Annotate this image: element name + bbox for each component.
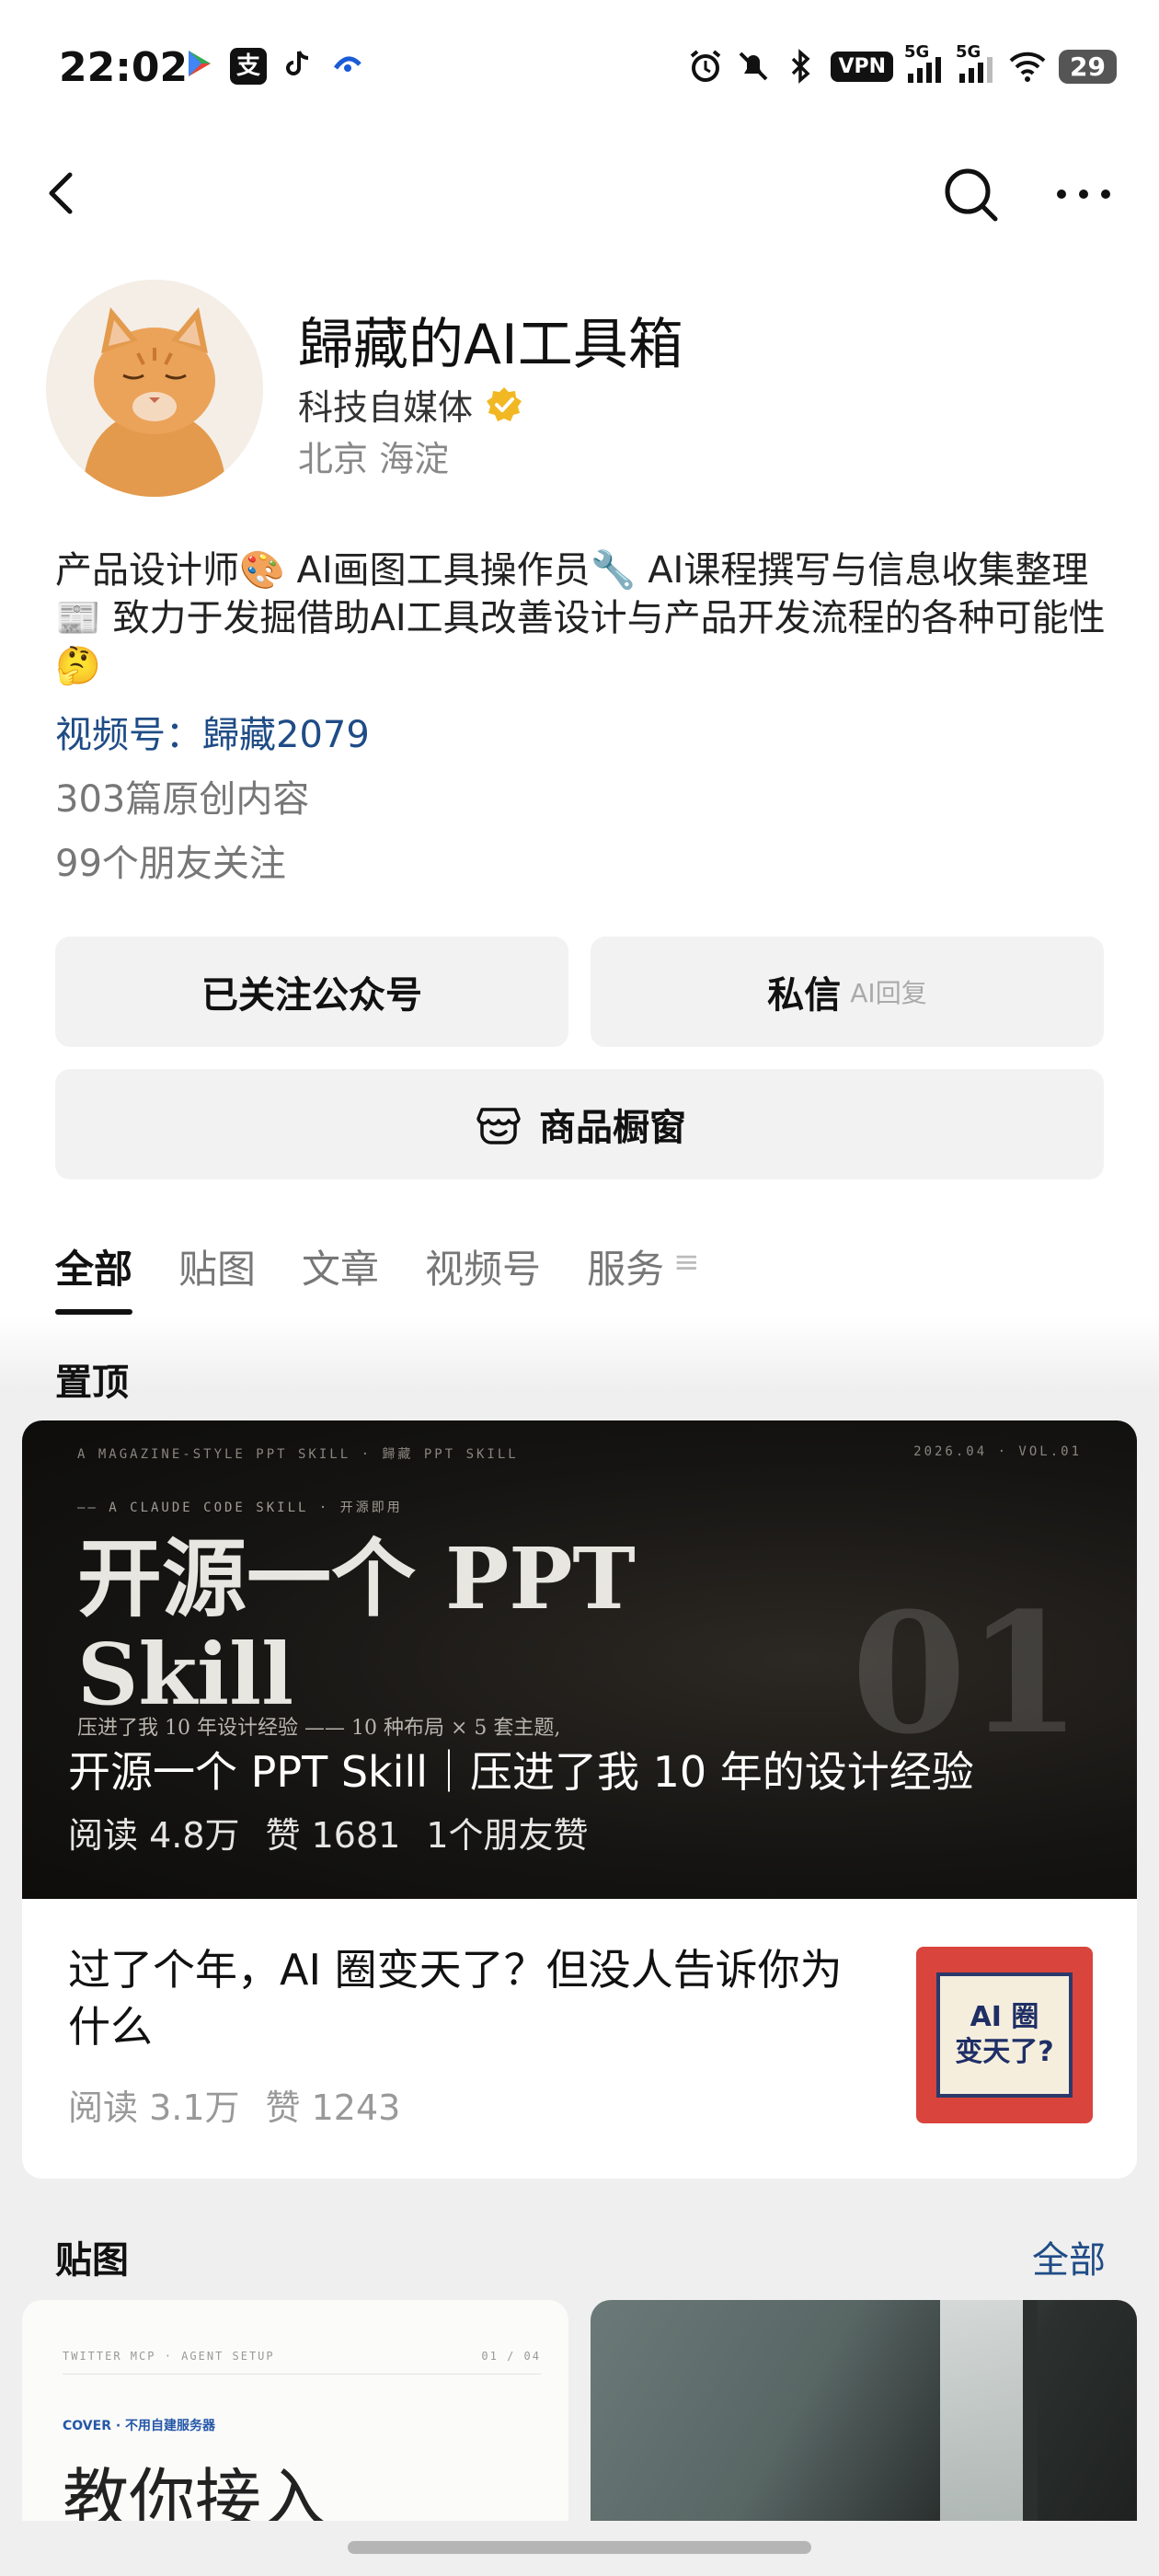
like-count: 赞 1243 <box>265 2087 401 2128</box>
tab-articles[interactable]: 文章 <box>302 1238 379 1315</box>
alarm-icon <box>687 46 724 86</box>
post-cover-tag: COVER · 不用自建服务器 <box>63 2419 216 2433</box>
tab-posts[interactable]: 贴图 <box>178 1238 256 1315</box>
verified-badge-icon <box>484 385 524 425</box>
tiktok-icon <box>280 48 316 85</box>
shop-icon <box>473 1098 524 1150</box>
hero-top-right-text: 2026.04 · VOL.01 <box>913 1444 1082 1459</box>
posts-section-title: 贴图 <box>55 2239 129 2282</box>
status-bar: 22:02 支 VPN 5G 5G 29 <box>0 0 1159 138</box>
post-divider <box>63 2374 541 2375</box>
thumbnail-text: AI 圈 变天了? <box>936 1972 1073 2098</box>
friends-liked: 1个朋友赞 <box>426 1815 589 1856</box>
read-count: 阅读 4.8万 <box>68 1815 240 1856</box>
top-nav <box>0 147 1159 239</box>
play-store-icon <box>180 48 217 85</box>
status-time: 22:02 <box>59 44 189 91</box>
posts-view-all-link[interactable]: 全部 <box>1032 2230 1106 2283</box>
profile-type-label: 科技自媒体 <box>298 387 474 428</box>
shop-window-button[interactable]: 商品橱窗 <box>55 1069 1104 1179</box>
back-icon[interactable] <box>35 166 90 221</box>
post-card-photo[interactable] <box>591 2300 1137 2521</box>
friends-following[interactable]: 99个朋友关注 <box>55 834 286 887</box>
hero-kicker-text: —— A CLAUDE CODE SKILL · 开源即用 <box>77 1501 403 1515</box>
avatar[interactable] <box>46 280 263 497</box>
followed-button[interactable]: 已关注公众号 <box>55 937 568 1047</box>
article-thumbnail: AI 圈 变天了? <box>916 1947 1093 2123</box>
post-heading: 教你接入 <box>63 2461 328 2521</box>
tab-all[interactable]: 全部 <box>55 1238 133 1315</box>
article-title: 过了个年，AI 圈变天了？但没人告诉你为什么 <box>68 1945 843 2052</box>
message-button[interactable]: 私信 AI回复 <box>591 937 1104 1047</box>
pinned-article-item[interactable]: 过了个年，AI 圈变天了？但没人告诉你为什么 阅读 3.1万 赞 1243 AI… <box>22 1899 1137 2179</box>
content-tabs: 全部 贴图 文章 视频号 服务 ≡ <box>55 1238 700 1315</box>
tab-menu-icon[interactable]: ≡ <box>673 1244 700 1281</box>
message-button-label: 私信 <box>767 974 842 1017</box>
profile-type: 科技自媒体 <box>298 379 524 430</box>
read-count: 阅读 3.1万 <box>68 2087 240 2128</box>
alipay-icon: 支 <box>230 48 267 85</box>
message-ai-reply-label: AI回复 <box>850 978 927 1008</box>
profile-bio: 产品设计师🎨 AI画图工具操作员🔧 AI课程撰写与信息收集整理📰 致力于发掘借助… <box>55 549 1106 687</box>
vpn-badge: VPN <box>831 51 894 82</box>
original-count[interactable]: 303篇原创内容 <box>55 769 309 822</box>
hero-top-left-text: A MAGAZINE-STYLE PPT SKILL · 歸藏 PPT SKIL… <box>77 1447 519 1462</box>
hero-cover-subtext: 压进了我 10 年设计经验 —— 10 种布局 × 5 套主题, <box>77 1717 561 1740</box>
post-meta-right: 01 / 04 <box>481 2350 541 2363</box>
profile-name: 歸藏的AI工具箱 <box>298 313 683 377</box>
wifi-icon <box>1007 46 1048 86</box>
system-icons: VPN 5G 5G 29 <box>687 42 1117 86</box>
shop-window-label: 商品橱窗 <box>539 1107 686 1149</box>
browser-icon <box>329 48 366 85</box>
profile-location: 北京 海淀 <box>298 439 450 479</box>
like-count: 赞 1681 <box>265 1815 401 1856</box>
status-app-icons: 支 <box>180 48 366 85</box>
post-photo-window <box>940 2300 1023 2521</box>
signal-icon: 5G <box>904 42 945 86</box>
post-photo-frame <box>1023 2300 1038 2521</box>
pinned-article-stats: 阅读 4.8万 赞 1681 1个朋友赞 <box>68 1807 589 1857</box>
tab-services[interactable]: 服务 <box>587 1238 664 1315</box>
bluetooth-icon <box>783 46 820 86</box>
post-meta-left: TWITTER MCP · AGENT SETUP <box>63 2350 275 2363</box>
pinned-section-title: 置顶 <box>55 1362 129 1404</box>
pinned-article-title: 开源一个 PPT Skill｜压进了我 10 年的设计经验 <box>68 1747 974 1797</box>
battery-indicator: 29 <box>1059 49 1117 84</box>
pinned-card: A MAGAZINE-STYLE PPT SKILL · 歸藏 PPT SKIL… <box>22 1420 1137 2179</box>
video-channel-link[interactable]: 视频号：歸藏2079 <box>55 705 370 758</box>
tab-video-channel[interactable]: 视频号 <box>425 1238 541 1315</box>
mute-icon <box>735 46 772 86</box>
hero-cover-title: 开源一个 PPT Skill <box>77 1529 636 1724</box>
post-card[interactable]: TWITTER MCP · AGENT SETUP 01 / 04 COVER … <box>22 2300 568 2521</box>
pinned-hero-article[interactable]: A MAGAZINE-STYLE PPT SKILL · 歸藏 PPT SKIL… <box>22 1420 1137 1899</box>
signal-icon-2: 5G <box>956 42 996 86</box>
more-icon[interactable] <box>1047 162 1120 226</box>
followed-button-label: 已关注公众号 <box>201 974 422 1017</box>
search-icon[interactable] <box>938 162 1003 226</box>
article-stats: 阅读 3.1万 赞 1243 <box>68 2079 400 2130</box>
home-indicator[interactable] <box>348 2541 811 2554</box>
